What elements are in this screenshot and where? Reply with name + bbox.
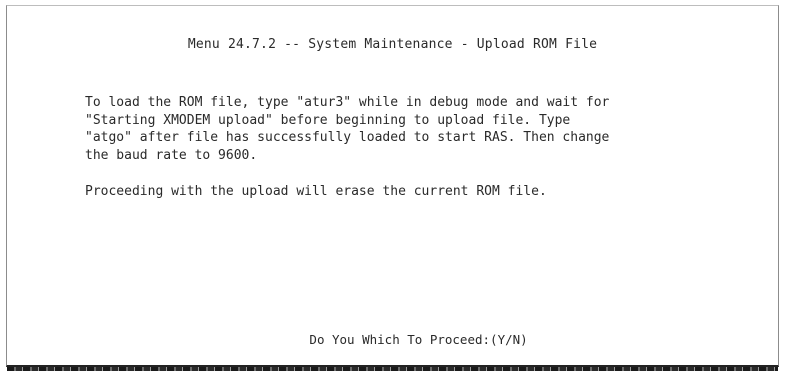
menu-body: To load the ROM file, type "atur3" while…	[85, 94, 765, 201]
proceed-prompt[interactable]: Do You Which To Proceed:(Y/N)	[7, 317, 778, 362]
terminal-screen: Menu 24.7.2 -- System Maintenance - Uplo…	[6, 5, 779, 371]
upload-instructions: To load the ROM file, type "atur3" while…	[85, 95, 610, 163]
menu-title: Menu 24.7.2 -- System Maintenance - Uplo…	[187, 37, 598, 52]
proceed-prompt-label: Do You Which To Proceed:(Y/N)	[309, 332, 528, 347]
erase-warning: Proceeding with the upload will erase th…	[85, 184, 547, 199]
screen-bottom-edge	[7, 367, 778, 371]
